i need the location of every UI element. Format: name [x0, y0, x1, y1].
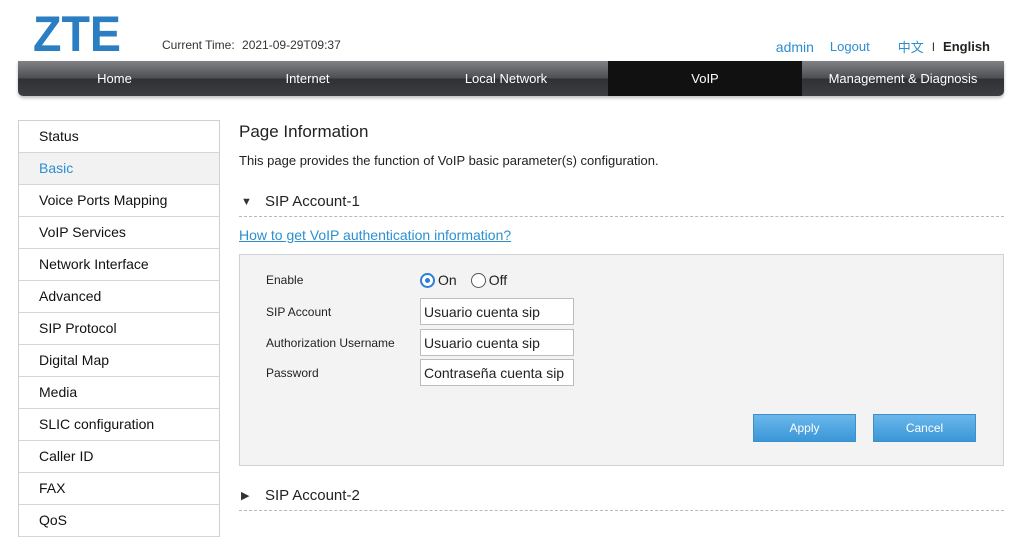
- sip-account-form: Enable On Off SIP Account Authorization …: [239, 254, 1004, 466]
- sidebar-item-basic[interactable]: Basic: [19, 153, 219, 185]
- sidebar-item-slic-configuration[interactable]: SLIC configuration: [19, 409, 219, 441]
- enable-on-label[interactable]: On: [438, 272, 457, 288]
- current-time: Current Time: 2021-09-29T09:37: [162, 38, 341, 52]
- sip-account-input[interactable]: [420, 298, 574, 325]
- collapse-triangle-icon: ▼: [241, 195, 252, 208]
- header-user-bar: admin Logout 中文 I English: [776, 37, 990, 56]
- enable-on-radio[interactable]: [420, 272, 435, 288]
- section-sip-account-2[interactable]: ▶ SIP Account-2: [239, 481, 1004, 511]
- enable-off-label[interactable]: Off: [489, 272, 507, 288]
- auth-username-input[interactable]: [420, 329, 574, 356]
- auth-username-label: Authorization Username: [266, 335, 395, 350]
- enable-radio-group: On Off: [420, 272, 521, 288]
- sidebar-item-voip-services[interactable]: VoIP Services: [19, 217, 219, 249]
- main-content: Page Information This page provides the …: [239, 120, 1004, 511]
- username-link[interactable]: admin: [776, 39, 814, 55]
- enable-label: Enable: [266, 273, 304, 287]
- page-description: This page provides the function of VoIP …: [239, 153, 659, 168]
- password-row: Password: [266, 359, 574, 386]
- apply-button[interactable]: Apply: [753, 414, 856, 442]
- nav-management-diagnosis[interactable]: Management & Diagnosis: [802, 61, 1004, 96]
- section-title: SIP Account-2: [265, 487, 360, 504]
- current-time-value: 2021-09-29T09:37: [242, 38, 341, 52]
- language-english-link[interactable]: English: [943, 39, 990, 54]
- language-separator: I: [931, 39, 936, 54]
- nav-internet[interactable]: Internet: [211, 61, 404, 96]
- cancel-button[interactable]: Cancel: [873, 414, 976, 442]
- sidebar-item-fax[interactable]: FAX: [19, 473, 219, 505]
- sidebar-item-sip-protocol[interactable]: SIP Protocol: [19, 313, 219, 345]
- sidebar-item-media[interactable]: Media: [19, 377, 219, 409]
- nav-voip[interactable]: VoIP: [608, 61, 802, 96]
- sidebar-item-caller-id[interactable]: Caller ID: [19, 441, 219, 473]
- enable-off-radio[interactable]: [470, 272, 486, 288]
- sidebar-item-digital-map[interactable]: Digital Map: [19, 345, 219, 377]
- section-sip-account-1[interactable]: ▼ SIP Account-1: [239, 187, 1004, 217]
- zte-logo: ZTE: [33, 8, 123, 56]
- nav-home[interactable]: Home: [18, 61, 211, 96]
- zte-logo-mark: ZTE: [33, 8, 121, 56]
- sidebar-item-status[interactable]: Status: [19, 121, 219, 153]
- section-title: SIP Account-1: [265, 193, 360, 210]
- auth-username-row: Authorization Username: [266, 329, 574, 356]
- language-chinese-link[interactable]: 中文: [898, 37, 924, 56]
- expand-triangle-icon: ▶: [241, 490, 250, 502]
- main-nav: Home Internet Local Network VoIP Managem…: [18, 61, 1004, 96]
- voip-auth-help-link[interactable]: How to get VoIP authentication informati…: [239, 227, 511, 243]
- sip-account-label: SIP Account: [266, 304, 332, 319]
- page-title: Page Information: [239, 122, 369, 141]
- nav-local-network[interactable]: Local Network: [404, 61, 608, 96]
- password-input[interactable]: [420, 359, 574, 386]
- sip-account-row: SIP Account: [266, 298, 574, 325]
- enable-row: Enable On Off: [266, 272, 521, 288]
- svg-text:ZTE: ZTE: [33, 8, 121, 56]
- password-label: Password: [266, 365, 319, 380]
- sidebar-item-advanced[interactable]: Advanced: [19, 281, 219, 313]
- current-time-label: Current Time:: [162, 38, 235, 52]
- sidebar: Status Basic Voice Ports Mapping VoIP Se…: [18, 120, 220, 537]
- sidebar-item-qos[interactable]: QoS: [19, 505, 219, 537]
- sidebar-item-network-interface[interactable]: Network Interface: [19, 249, 219, 281]
- sidebar-item-voice-ports-mapping[interactable]: Voice Ports Mapping: [19, 185, 219, 217]
- logout-link[interactable]: Logout: [830, 39, 870, 54]
